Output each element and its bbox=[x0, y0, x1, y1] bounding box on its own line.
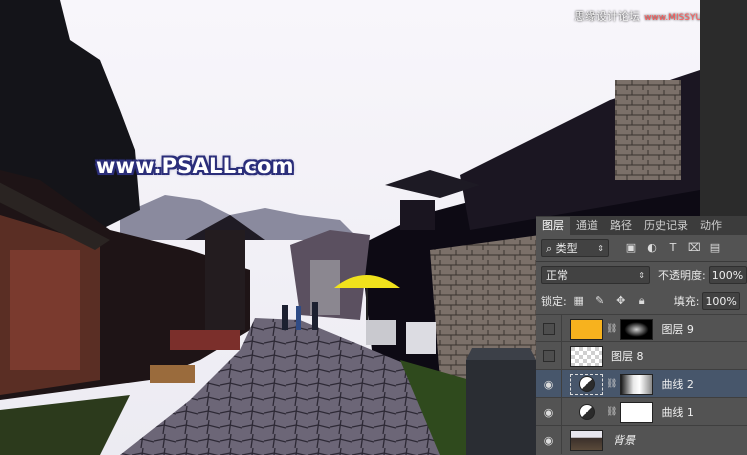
blend-mode-select[interactable]: 正常 ⇕ bbox=[541, 266, 650, 284]
layer-row[interactable]: ◉ ⛓ 曲线 1 bbox=[536, 397, 747, 426]
layer-name: 曲线 2 bbox=[661, 378, 694, 391]
watermark-text: 思缘设计论坛 bbox=[574, 10, 641, 23]
fill-label: 填充: bbox=[673, 295, 700, 308]
link-icon: ⛓ bbox=[606, 407, 618, 417]
divider bbox=[536, 261, 747, 262]
opacity-input[interactable]: 100% bbox=[708, 266, 747, 284]
hidden-box-icon bbox=[542, 350, 555, 362]
eye-icon: ◉ bbox=[543, 405, 554, 419]
search-icon: ⌕ bbox=[546, 242, 556, 255]
layer-row[interactable]: 图层 8 bbox=[536, 341, 747, 370]
chevron-updown-icon: ⇕ bbox=[638, 271, 645, 280]
type-filter-icon[interactable]: T bbox=[667, 242, 679, 254]
layer-name: 曲线 1 bbox=[661, 406, 694, 419]
layer-row[interactable]: ◉ 背景 bbox=[536, 425, 747, 454]
chevron-updown-icon: ⇕ bbox=[597, 244, 604, 253]
lock-transparent-icon[interactable]: ▦ bbox=[573, 295, 585, 307]
visibility-toggle[interactable] bbox=[536, 342, 562, 370]
visibility-toggle[interactable]: ◉ bbox=[536, 398, 562, 426]
eye-icon: ◉ bbox=[543, 433, 554, 447]
lock-label: 锁定: bbox=[541, 295, 567, 308]
visibility-toggle[interactable]: ◉ bbox=[536, 426, 562, 454]
tab-layers[interactable]: 图层 bbox=[536, 217, 570, 235]
filter-row: ⌕ 类型 ⇕ ▣ ◐ T ⌧ ▤ bbox=[536, 237, 747, 259]
layer-row-selected[interactable]: ◉ ⛓ 曲线 2 bbox=[536, 369, 747, 398]
visibility-toggle[interactable] bbox=[536, 315, 562, 343]
layer-thumbnail bbox=[570, 318, 603, 340]
overlay-logo: www.PSALL.com bbox=[96, 154, 294, 178]
adjustment-filter-icon[interactable]: ◐ bbox=[646, 242, 658, 254]
lock-row: 锁定: ▦ ✎ ✥ 🔒︎ 填充: 100% bbox=[536, 291, 747, 311]
layer-thumbnail bbox=[570, 345, 603, 367]
link-icon: ⛓ bbox=[606, 379, 618, 389]
layers-panel: 图层 通道 路径 历史记录 动作 ⌕ 类型 ⇕ ▣ ◐ T ⌧ ▤ 正常 ⇕ 不透明… bbox=[536, 216, 747, 455]
visibility-toggle[interactable]: ◉ bbox=[536, 370, 562, 398]
pixel-filter-icon[interactable]: ▣ bbox=[625, 242, 637, 254]
smart-object-filter-icon[interactable]: ▤ bbox=[709, 242, 721, 254]
filter-type-select[interactable]: ⌕ 类型 ⇕ bbox=[541, 239, 609, 257]
panel-dock bbox=[700, 0, 747, 216]
adjustment-thumbnail bbox=[570, 402, 603, 423]
opacity-label: 不透明度: bbox=[658, 269, 706, 282]
tab-actions[interactable]: 动作 bbox=[694, 217, 728, 235]
layer-mask-thumbnail bbox=[620, 318, 654, 340]
blend-mode-value: 正常 bbox=[546, 269, 568, 282]
tab-history[interactable]: 历史记录 bbox=[638, 217, 694, 235]
layer-mask-thumbnail bbox=[620, 373, 654, 395]
lock-move-icon[interactable]: ✥ bbox=[615, 295, 627, 307]
tab-paths[interactable]: 路径 bbox=[604, 217, 638, 235]
tab-channels[interactable]: 通道 bbox=[570, 217, 604, 235]
layer-name: 图层 8 bbox=[611, 350, 644, 363]
layer-name: 背景 bbox=[613, 434, 635, 447]
lock-all-icon[interactable]: 🔒︎ bbox=[636, 295, 648, 307]
layer-name: 图层 9 bbox=[661, 323, 694, 336]
adjustment-thumbnail bbox=[570, 373, 603, 395]
curves-adjustment-icon bbox=[578, 376, 595, 392]
layer-thumbnail bbox=[570, 429, 603, 451]
eye-icon: ◉ bbox=[543, 377, 554, 391]
blend-row: 正常 ⇕ 不透明度: 100% bbox=[536, 265, 747, 285]
fill-input[interactable]: 100% bbox=[702, 292, 741, 310]
filter-type-label: 类型 bbox=[555, 242, 578, 255]
lock-brush-icon[interactable]: ✎ bbox=[594, 295, 606, 307]
layer-row[interactable]: ⛓ 图层 9 bbox=[536, 314, 747, 343]
shape-filter-icon[interactable]: ⌧ bbox=[688, 242, 701, 254]
curves-adjustment-icon bbox=[578, 404, 595, 420]
panel-tabs: 图层 通道 路径 历史记录 动作 bbox=[536, 216, 747, 235]
link-icon: ⛓ bbox=[606, 324, 618, 334]
layer-mask-thumbnail bbox=[620, 401, 654, 423]
hidden-box-icon bbox=[542, 323, 555, 335]
